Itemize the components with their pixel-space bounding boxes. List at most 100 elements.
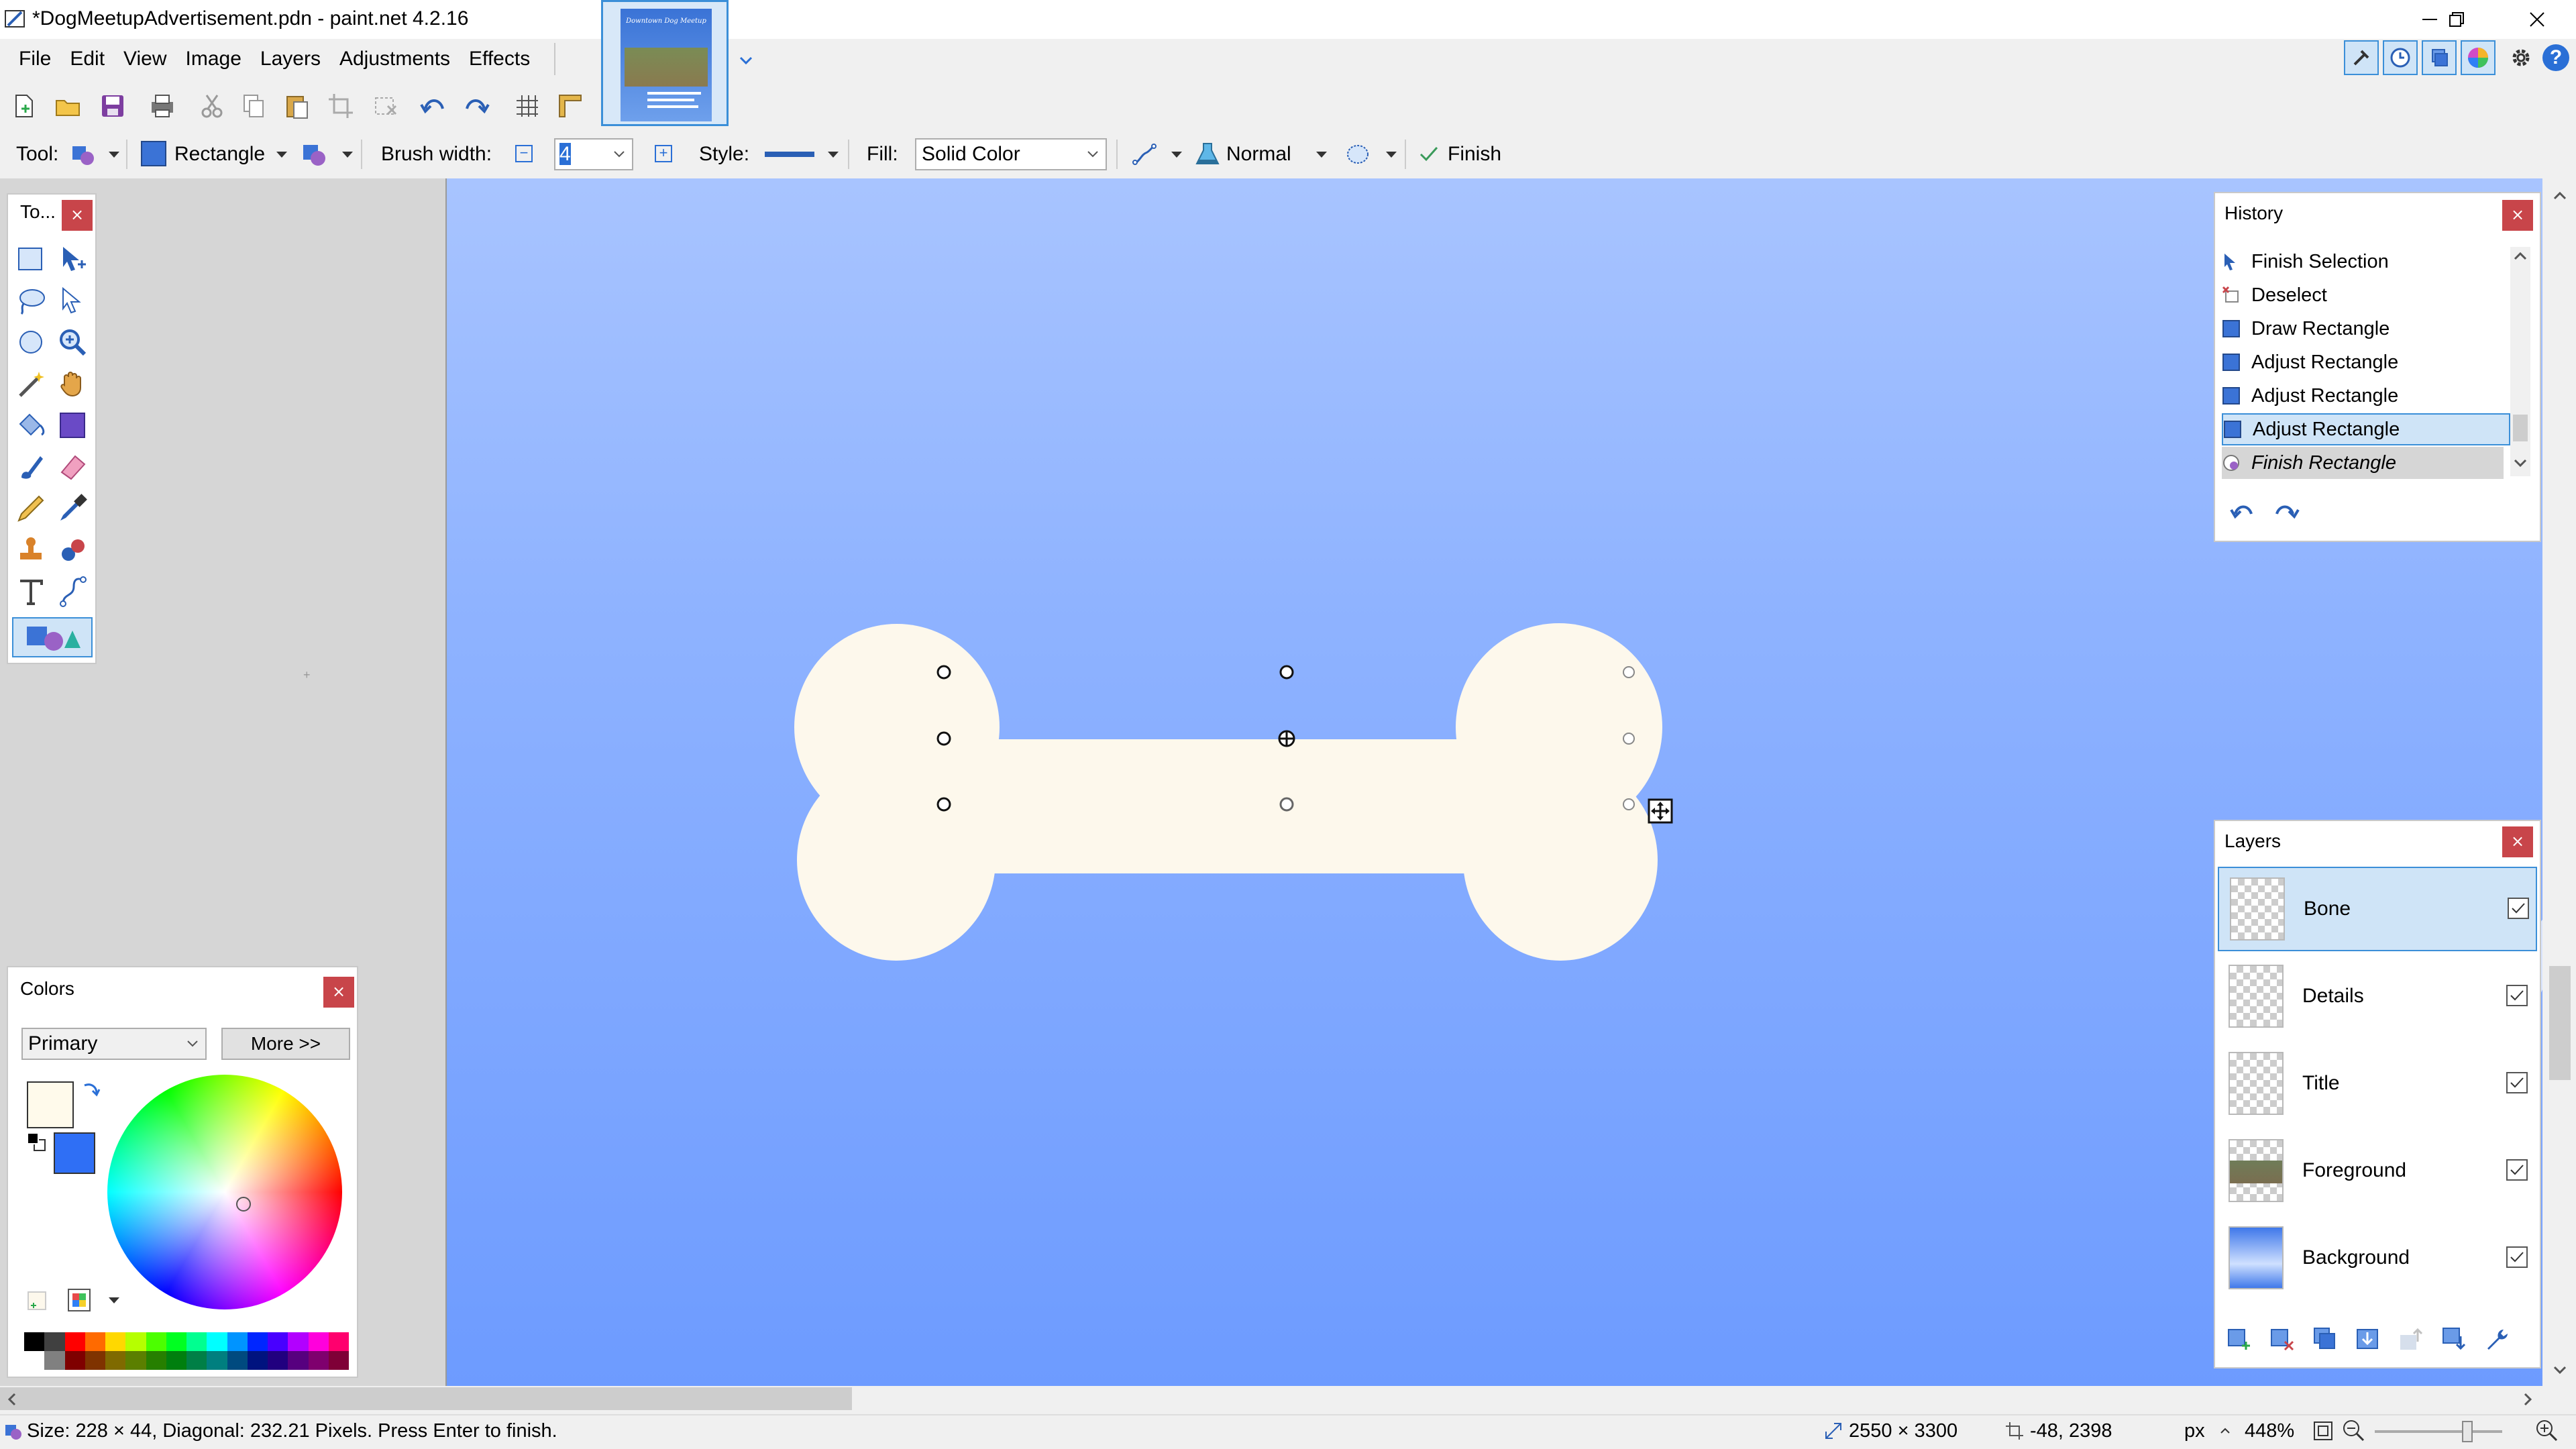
menu-edit[interactable]: Edit xyxy=(60,41,114,77)
units-select[interactable]: px xyxy=(2184,1414,2205,1448)
menu-adjustments[interactable]: Adjustments xyxy=(330,41,460,77)
fill-select[interactable]: Solid Color xyxy=(915,138,1107,170)
zoom-to-window-icon[interactable] xyxy=(2312,1419,2334,1442)
lasso-select-tool-icon[interactable] xyxy=(12,282,50,319)
layer-visibility-checkbox[interactable] xyxy=(2506,985,2528,1006)
secondary-color-swatch[interactable] xyxy=(54,1132,95,1174)
move-selected-pixels-tool-icon[interactable] xyxy=(54,240,91,278)
redo-icon[interactable] xyxy=(462,91,491,121)
shapes-tool-icon[interactable] xyxy=(12,617,93,657)
scroll-up-icon[interactable] xyxy=(2512,250,2529,263)
finish-button-label[interactable]: Finish xyxy=(1448,136,1501,173)
restore-button[interactable] xyxy=(2428,0,2485,39)
units-chevron-up-icon[interactable] xyxy=(2219,1426,2231,1436)
grid-icon[interactable] xyxy=(513,91,542,121)
duplicate-layer-icon[interactable] xyxy=(2312,1326,2339,1352)
clipping-chevron-down-icon[interactable] xyxy=(1386,152,1397,158)
paintbrush-tool-icon[interactable] xyxy=(12,448,50,486)
rulers-icon[interactable] xyxy=(555,91,585,121)
rectangle-shape-icon[interactable] xyxy=(141,141,166,166)
layers-panel-close-button[interactable]: × xyxy=(2502,826,2533,857)
history-item[interactable]: Finish Selection xyxy=(2222,246,2504,278)
crop-icon[interactable] xyxy=(326,91,356,121)
history-item[interactable]: Adjust Rectangle xyxy=(2222,346,2504,378)
history-redo-icon[interactable] xyxy=(2270,495,2302,527)
tools-panel-close-button[interactable]: × xyxy=(62,200,93,231)
rectangle-select-tool-icon[interactable] xyxy=(12,240,50,278)
add-layer-icon[interactable] xyxy=(2226,1326,2253,1352)
style-chevron-down-icon[interactable] xyxy=(828,152,839,158)
layer-row[interactable]: Details xyxy=(2218,954,2537,1038)
copy-icon[interactable] xyxy=(239,91,268,121)
save-icon[interactable] xyxy=(98,91,127,121)
palette-swatches[interactable] xyxy=(24,1332,349,1370)
zoom-slider-thumb[interactable] xyxy=(2462,1421,2473,1442)
vertical-scroll-thumb[interactable] xyxy=(2549,966,2571,1080)
blend-mode-label[interactable]: Normal xyxy=(1226,136,1291,173)
layer-visibility-checkbox[interactable] xyxy=(2508,898,2529,919)
vertical-scrollbar[interactable] xyxy=(2542,178,2576,1386)
horizontal-scroll-thumb[interactable] xyxy=(0,1387,852,1410)
delete-layer-icon[interactable] xyxy=(2269,1326,2296,1352)
help-icon[interactable]: ? xyxy=(2542,44,2569,71)
move-selection-tool-icon[interactable] xyxy=(54,282,91,319)
shape-type-label[interactable]: Rectangle xyxy=(174,136,265,173)
line-curve-tool-icon[interactable] xyxy=(54,573,91,610)
brush-width-input[interactable]: 4 xyxy=(554,138,633,170)
color-picker-tool-icon[interactable] xyxy=(54,490,91,527)
settings-gear-icon[interactable] xyxy=(2506,43,2536,72)
brush-width-increase-button[interactable]: + xyxy=(655,145,672,162)
history-item-selected[interactable]: Adjust Rectangle xyxy=(2222,413,2510,445)
zoom-slider-track[interactable] xyxy=(2375,1430,2502,1433)
palette-menu-icon[interactable] xyxy=(66,1287,93,1313)
antialiasing-icon[interactable] xyxy=(1130,140,1159,169)
draw-mode-icon[interactable] xyxy=(299,140,329,169)
paste-icon[interactable] xyxy=(282,91,311,121)
add-to-palette-icon[interactable] xyxy=(24,1287,51,1313)
layer-row[interactable]: Background xyxy=(2218,1216,2537,1300)
history-undo-icon[interactable] xyxy=(2227,495,2259,527)
history-item[interactable]: Adjust Rectangle xyxy=(2222,380,2504,412)
finish-checkmark-icon[interactable] xyxy=(1417,142,1441,166)
layer-row[interactable]: Foreground xyxy=(2218,1128,2537,1213)
menu-view[interactable]: View xyxy=(114,41,176,77)
color-wheel-marker[interactable] xyxy=(236,1197,251,1212)
shape-chevron-down-icon[interactable] xyxy=(276,152,287,158)
history-item[interactable]: Deselect xyxy=(2222,279,2504,311)
move-layer-up-icon[interactable] xyxy=(2398,1326,2424,1352)
menu-layers[interactable]: Layers xyxy=(251,41,330,77)
color-mode-select[interactable]: Primary xyxy=(21,1028,207,1060)
new-icon[interactable] xyxy=(9,91,39,121)
cut-icon[interactable] xyxy=(197,91,227,121)
primary-color-swatch[interactable] xyxy=(27,1081,74,1128)
selection-clipping-icon[interactable] xyxy=(1343,140,1373,169)
layer-row-selected[interactable]: Bone xyxy=(2218,867,2537,951)
layer-visibility-checkbox[interactable] xyxy=(2506,1159,2528,1181)
draw-mode-chevron-down-icon[interactable] xyxy=(342,152,353,158)
history-window-toggle[interactable] xyxy=(2383,40,2418,75)
current-tool-shapes-icon[interactable] xyxy=(68,140,98,169)
line-style-icon[interactable] xyxy=(765,152,814,157)
merge-layer-down-icon[interactable] xyxy=(2355,1326,2381,1352)
history-scrollbar[interactable] xyxy=(2510,247,2530,476)
zoom-in-icon[interactable] xyxy=(2534,1418,2559,1442)
zoom-level[interactable]: 448% xyxy=(2245,1414,2294,1448)
history-item-redo[interactable]: Finish Rectangle xyxy=(2222,447,2504,479)
history-panel-close-button[interactable]: × xyxy=(2502,200,2533,231)
swap-colors-icon[interactable] xyxy=(80,1080,101,1100)
blend-mode-flask-icon[interactable] xyxy=(1193,140,1222,169)
paint-bucket-tool-icon[interactable] xyxy=(12,407,50,444)
menu-effects[interactable]: Effects xyxy=(460,41,539,77)
colors-panel-close-button[interactable]: × xyxy=(323,977,354,1008)
gradient-tool-icon[interactable] xyxy=(54,407,91,444)
palette-chevron-down-icon[interactable] xyxy=(109,1297,119,1303)
layer-properties-wrench-icon[interactable] xyxy=(2483,1326,2510,1352)
deselect-icon[interactable] xyxy=(370,91,400,121)
blend-mode-chevron-down-icon[interactable] xyxy=(1316,152,1327,158)
pan-tool-icon[interactable] xyxy=(54,365,91,402)
color-wheel[interactable] xyxy=(107,1075,342,1309)
open-icon[interactable] xyxy=(54,91,83,121)
ellipse-select-tool-icon[interactable] xyxy=(12,323,50,361)
move-layer-down-icon[interactable] xyxy=(2440,1326,2467,1352)
menu-image[interactable]: Image xyxy=(176,41,251,77)
